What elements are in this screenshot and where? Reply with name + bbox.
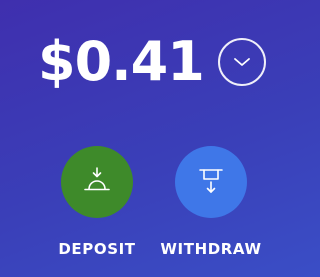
withdraw-icon bbox=[199, 169, 223, 193]
deposit-button[interactable]: DEPOSIT bbox=[58, 146, 136, 258]
deposit-icon bbox=[84, 167, 110, 191]
withdraw-button[interactable]: WITHDRAW bbox=[160, 146, 261, 258]
balance-amount: $0.41 bbox=[38, 30, 205, 93]
balance-toggle-button[interactable] bbox=[217, 38, 266, 86]
deposit-circle[interactable] bbox=[61, 146, 133, 218]
withdraw-circle[interactable] bbox=[175, 146, 247, 218]
deposit-label: DEPOSIT bbox=[58, 240, 136, 258]
chevron-down-icon bbox=[233, 58, 250, 66]
balance-header: $0.41 bbox=[38, 30, 266, 94]
withdraw-label: WITHDRAW bbox=[160, 240, 262, 258]
